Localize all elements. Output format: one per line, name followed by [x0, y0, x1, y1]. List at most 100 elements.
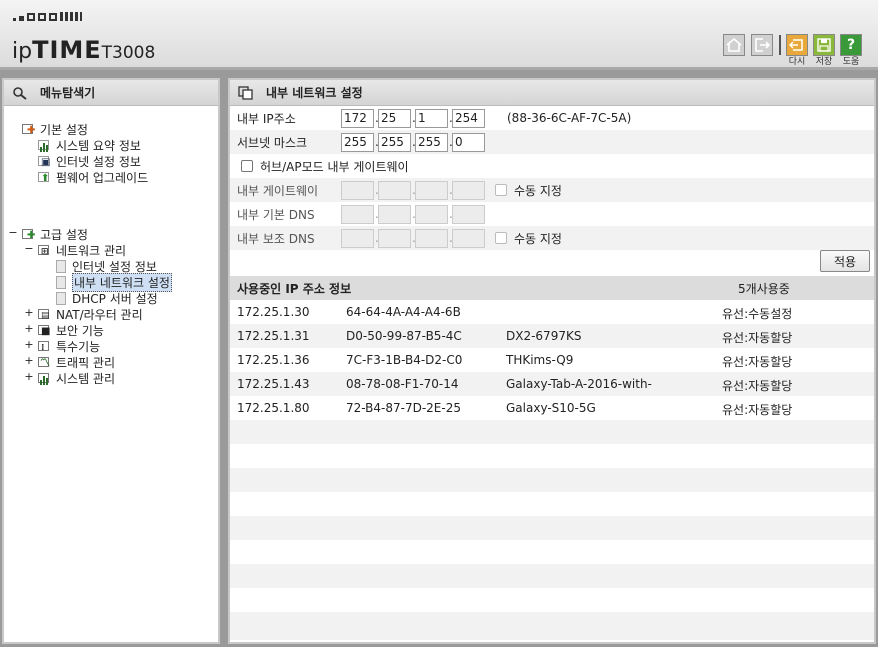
tree-advanced-settings[interactable]: ✚ 고급 설정 [22, 226, 88, 242]
help-button[interactable]: ? [840, 34, 862, 56]
tree-network-management[interactable]: ⊞ 네트워크 관리 [38, 242, 126, 258]
table-row[interactable]: 172.25.1.36 7C-F3-1B-B4-D2-C0 THKims-Q9 … [230, 348, 874, 372]
dns2-octet-3[interactable] [415, 228, 448, 248]
empty-row [230, 612, 874, 640]
ip-list-title: 사용중인 IP 주소 정보 [237, 281, 352, 296]
mask-octet-2[interactable]: 255 [378, 132, 411, 152]
gateway-octet-1[interactable] [341, 180, 374, 200]
menu-explorer-title: 메뉴탐색기 [40, 86, 96, 100]
dns1-octet-4[interactable] [452, 204, 485, 224]
collapse-icon[interactable]: − [24, 242, 34, 255]
home-icon [726, 38, 742, 52]
dns2-octet-2[interactable] [378, 228, 411, 248]
tree-security[interactable]: ■ 보안 기능 [38, 322, 104, 338]
page-icon [56, 259, 66, 273]
undo-label: 다시 [788, 57, 806, 67]
logo: ipTIMET3008 [12, 36, 155, 64]
row-ip: 172.25.1.36 [237, 353, 310, 367]
home-button[interactable] [723, 34, 745, 56]
row-type: 유선:자동할당 [722, 355, 793, 369]
mask-label: 서브넷 마스크 [237, 135, 308, 150]
dns1-octet-2[interactable] [378, 204, 411, 224]
empty-row [230, 516, 874, 540]
tree-firmware-upgrade[interactable]: ⬆ 펌웨어 업그레이드 [38, 169, 148, 185]
tree-network-label: 네트워크 관리 [56, 243, 127, 258]
ip-list-count: 5개사용중 [738, 281, 790, 296]
row-ip: 172.25.1.31 [237, 329, 310, 343]
expand-icon[interactable]: + [24, 370, 34, 383]
undo-icon [789, 39, 803, 51]
dns2-octet-4[interactable] [452, 228, 485, 248]
folder-plus-icon: ✚ [22, 227, 36, 241]
tree-dhcp-server[interactable]: DHCP 서버 설정 [56, 290, 158, 306]
tree-nat-router[interactable]: ▤ NAT/라우터 관리 [38, 306, 143, 322]
logout-icon [755, 38, 770, 52]
mask-octet-3[interactable]: 255 [415, 132, 448, 152]
header-separator [779, 35, 781, 55]
logo-brand: TIME [32, 36, 102, 64]
expand-icon[interactable]: + [24, 338, 34, 351]
row-type: 유선:자동할당 [722, 331, 793, 345]
content-panel: 내부 네트워크 설정 내부 IP주소 172 . 25 . 1 . 254 (8… [228, 78, 876, 644]
tree-internet-info[interactable]: ▣ 인터넷 설정 정보 [38, 153, 141, 169]
tree-system-label: 시스템 관리 [56, 371, 116, 386]
dns1-octet-3[interactable] [415, 204, 448, 224]
save-icon [817, 38, 831, 52]
row-ip: 172.25.1.43 [237, 377, 310, 391]
monitor-icon: ▣ [38, 154, 52, 168]
gateway-manual-label: 수동 지정 [514, 183, 562, 198]
save-button[interactable] [813, 34, 835, 56]
hub-mode-checkbox[interactable] [241, 160, 253, 172]
row-type: 유선:자동할당 [722, 403, 793, 417]
tree-system-summary[interactable]: 시스템 요약 정보 [38, 137, 141, 153]
router-icon: ▤ [38, 307, 52, 321]
help-label: 도움 [842, 57, 860, 67]
gateway-manual-checkbox[interactable] [495, 184, 507, 196]
row-mac: 64-64-4A-A4-A4-6B [346, 305, 461, 319]
table-row[interactable]: 172.25.1.31 D0-50-99-87-B5-4C DX2-6797KS… [230, 324, 874, 348]
gateway-label: 내부 게이트웨이 [237, 183, 319, 198]
tree-firmware-upgrade-label: 펌웨어 업그레이드 [56, 170, 149, 185]
gateway-octet-4[interactable] [452, 180, 485, 200]
dns1-octet-1[interactable] [341, 204, 374, 224]
collapse-icon[interactable]: − [8, 226, 18, 239]
gateway-octet-2[interactable] [378, 180, 411, 200]
tree-dhcp-server-label: DHCP 서버 설정 [72, 291, 158, 306]
row-mac: D0-50-99-87-B5-4C [346, 329, 462, 343]
table-row[interactable]: 172.25.1.43 08-78-08-F1-70-14 Galaxy-Tab… [230, 372, 874, 396]
ip-list-header: 사용중인 IP 주소 정보 5개사용중 [230, 276, 874, 300]
page-icon [56, 275, 66, 289]
ip-octet-4[interactable]: 254 [452, 108, 485, 128]
mask-octet-1[interactable]: 255 [341, 132, 374, 152]
expand-icon[interactable]: + [24, 306, 34, 319]
tree-internal-network[interactable]: 내부 네트워크 설정 [56, 272, 172, 292]
table-row[interactable]: 172.25.1.30 64-64-4A-A4-A4-6B 유선:수동설정 [230, 300, 874, 324]
mask-octet-4[interactable]: 0 [452, 132, 485, 152]
hub-mode-label: 허브/AP모드 내부 게이트웨이 [260, 159, 409, 174]
logout-button[interactable] [751, 34, 773, 56]
tree-basic-settings[interactable]: ✚ 기본 설정 [22, 121, 88, 137]
save-label: 저장 [815, 57, 833, 67]
dns-manual-label: 수동 지정 [514, 231, 562, 246]
ip-octet-2[interactable]: 25 [378, 108, 411, 128]
row-hub-mode: 허브/AP모드 내부 게이트웨이 [230, 154, 874, 178]
tree-system[interactable]: 시스템 관리 [38, 370, 115, 386]
menu-explorer-panel: 메뉴탐색기 ✚ 기본 설정 시스템 요약 정보 ▣ 인터넷 설정 정보 ⬆ 펌웨… [2, 78, 220, 644]
row-blank [230, 250, 874, 276]
apply-button[interactable]: 적용 [820, 250, 870, 272]
dns-manual-checkbox[interactable] [495, 232, 507, 244]
dns2-octet-1[interactable] [341, 228, 374, 248]
ip-octet-3[interactable]: 1 [415, 108, 448, 128]
ip-label: 내부 IP주소 [237, 111, 296, 126]
tree-special[interactable]: ⁞ 특수기능 [38, 338, 100, 354]
gateway-octet-3[interactable] [415, 180, 448, 200]
expand-icon[interactable]: + [24, 322, 34, 335]
mac-address-note: (88-36-6C-AF-7C-5A) [507, 111, 632, 125]
special-icon: ⁞ [38, 339, 52, 353]
undo-button[interactable] [786, 34, 808, 56]
expand-icon[interactable]: + [24, 354, 34, 367]
magnifier-icon [12, 86, 28, 100]
tree-traffic[interactable]: 〽 트래픽 관리 [38, 354, 115, 370]
table-row[interactable]: 172.25.1.80 72-B4-87-7D-2E-25 Galaxy-S10… [230, 396, 874, 420]
ip-octet-1[interactable]: 172 [341, 108, 374, 128]
